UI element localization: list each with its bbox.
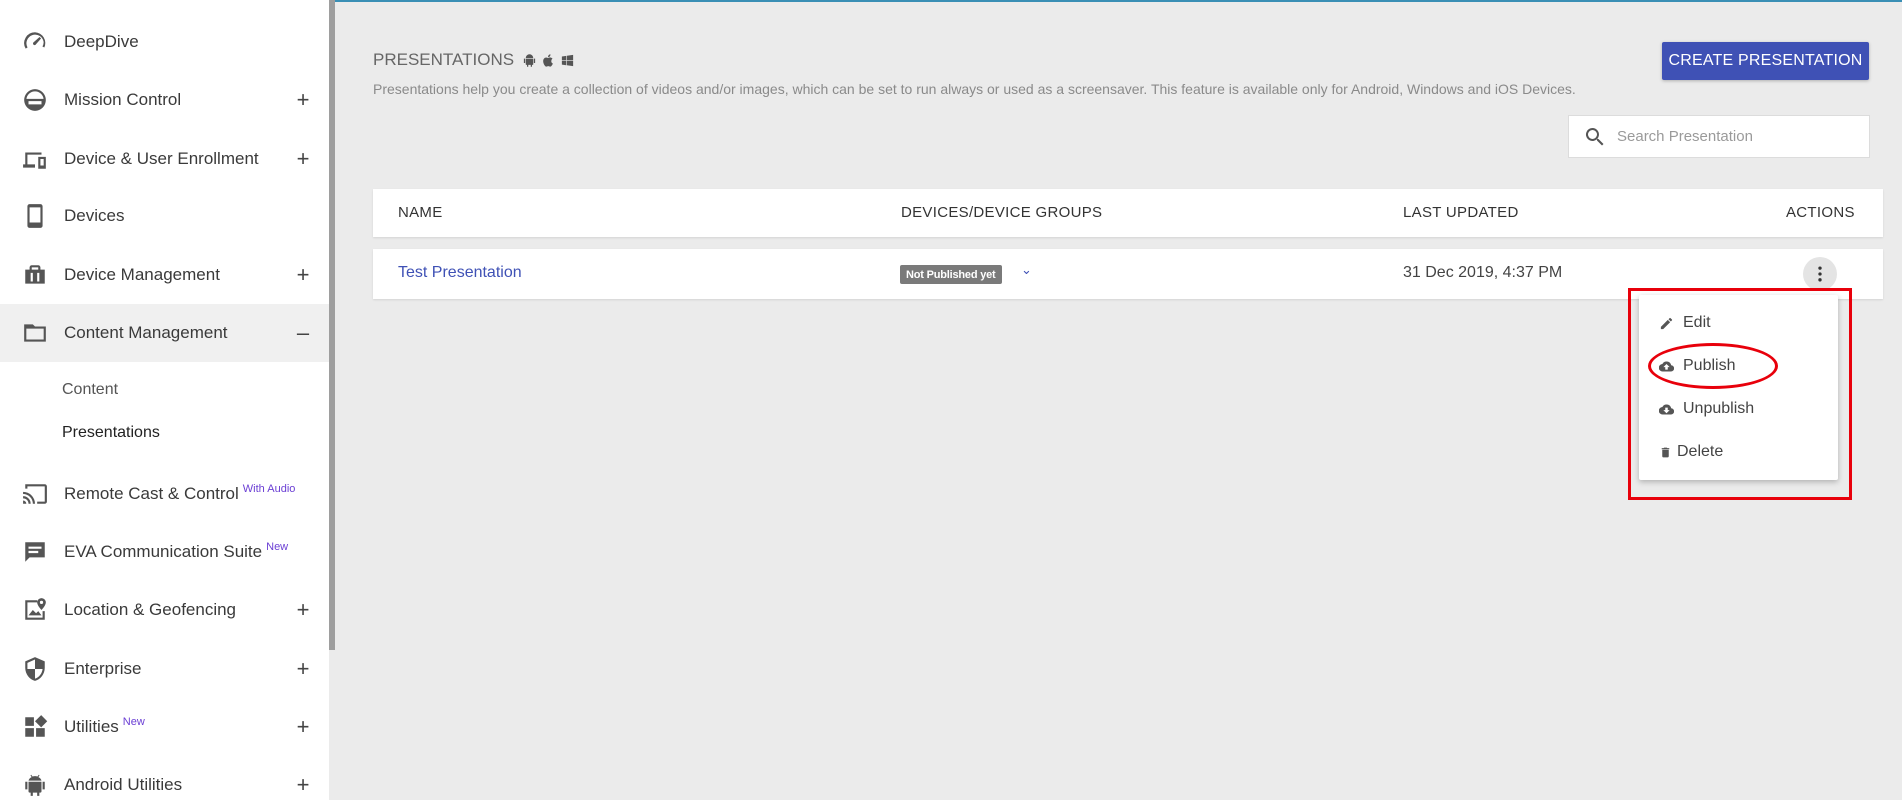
sidebar: DeepDive Mission Control + Device & User… [0,0,329,800]
sidebar-item-label: Location & Geofencing [64,600,237,619]
collapse-toggle[interactable]: – [293,320,313,346]
cast-icon [22,481,48,507]
page-description: Presentations help you create a collecti… [373,81,1576,97]
sidebar-item-mission-control[interactable]: Mission Control + [0,71,329,129]
annotation-highlight-box [1628,288,1852,500]
expand-toggle[interactable]: + [293,772,313,798]
annotation-highlight-oval [1648,343,1778,389]
expand-toggle[interactable]: + [293,87,313,113]
map-pin-icon [22,597,48,623]
table-header: NAME DEVICES/DEVICE GROUPS LAST UPDATED … [373,189,1883,237]
widgets-icon [22,714,48,740]
more-actions-button[interactable] [1803,257,1837,291]
sidebar-item-content-management[interactable]: Content Management – [0,304,329,362]
sidebar-item-enterprise[interactable]: Enterprise + [0,640,329,698]
briefcase-icon [22,262,48,288]
apple-icon [543,53,553,67]
sidebar-subitem-content[interactable]: Content [62,381,118,399]
sidebar-item-label: Utilities New [64,716,145,736]
sidebar-item-label: EVA Communication Suite New [64,541,289,561]
with-audio-badge: With Audio [242,483,296,495]
smartphone-icon [22,203,48,229]
search-icon [1585,127,1604,145]
last-updated-value: 31 Dec 2019, 4:37 PM [1403,264,1563,281]
expand-toggle[interactable]: + [293,262,313,288]
status-badge: Not Published yet [900,265,1002,284]
mission-control-icon [22,87,48,113]
sidebar-item-label: Remote Cast & Control With Audio [64,483,296,503]
shield-icon [22,656,48,682]
sidebar-item-label: DeepDive [64,32,139,51]
page-title: PRESENTATIONS [373,50,575,70]
sidebar-subitem-presentations[interactable]: Presentations [62,424,160,442]
column-header-actions: ACTIONS [1786,204,1855,221]
sidebar-item-enrollment[interactable]: Device & User Enrollment + [0,130,329,188]
sidebar-item-devices[interactable]: Devices [0,187,329,245]
sidebar-item-label: Content Management [64,323,228,342]
chevron-down-icon[interactable]: ⌄ [1021,262,1032,278]
chat-icon [22,539,48,565]
sidebar-item-label: Devices [64,206,125,225]
devices-icon [22,146,48,172]
folder-icon [22,320,48,346]
column-header-devices[interactable]: DEVICES/DEVICE GROUPS [901,204,1102,221]
search-input[interactable] [1617,128,1857,145]
sidebar-item-location[interactable]: Location & Geofencing + [0,581,329,639]
speedometer-icon [22,29,48,55]
column-header-last-updated[interactable]: LAST UPDATED [1403,204,1519,221]
sidebar-item-android-utilities[interactable]: Android Utilities + [0,756,329,800]
more-vert-icon [1818,266,1822,282]
presentation-name-link[interactable]: Test Presentation [398,264,522,282]
sidebar-item-eva-suite[interactable]: EVA Communication Suite New [0,523,329,581]
expand-toggle[interactable]: + [293,714,313,740]
new-badge: New [122,716,145,728]
create-presentation-button[interactable]: CREATE PRESENTATION [1662,42,1869,80]
sidebar-item-label: Enterprise [64,659,142,678]
expand-toggle[interactable]: + [293,146,313,172]
search-box[interactable] [1568,115,1870,158]
new-badge: New [266,541,289,553]
windows-icon [561,54,574,66]
sidebar-scrollbar[interactable] [329,0,335,650]
supported-os-icons [522,53,575,68]
expand-toggle[interactable]: + [293,656,313,682]
sidebar-item-deepdive[interactable]: DeepDive [0,13,329,71]
android-icon [22,772,48,798]
column-header-name[interactable]: NAME [398,204,443,221]
sidebar-item-label: Device & User Enrollment [64,149,259,168]
sidebar-item-device-management[interactable]: Device Management + [0,246,329,304]
page-title-text: PRESENTATIONS [373,50,515,69]
sidebar-item-label: Mission Control [64,90,182,109]
expand-toggle[interactable]: + [293,597,313,623]
sidebar-item-label: Android Utilities [64,775,183,794]
sidebar-item-utilities[interactable]: Utilities New + [0,698,329,756]
android-icon [523,53,536,67]
sidebar-item-remote-cast[interactable]: Remote Cast & Control With Audio [0,465,329,523]
sidebar-item-label: Device Management [64,265,220,284]
